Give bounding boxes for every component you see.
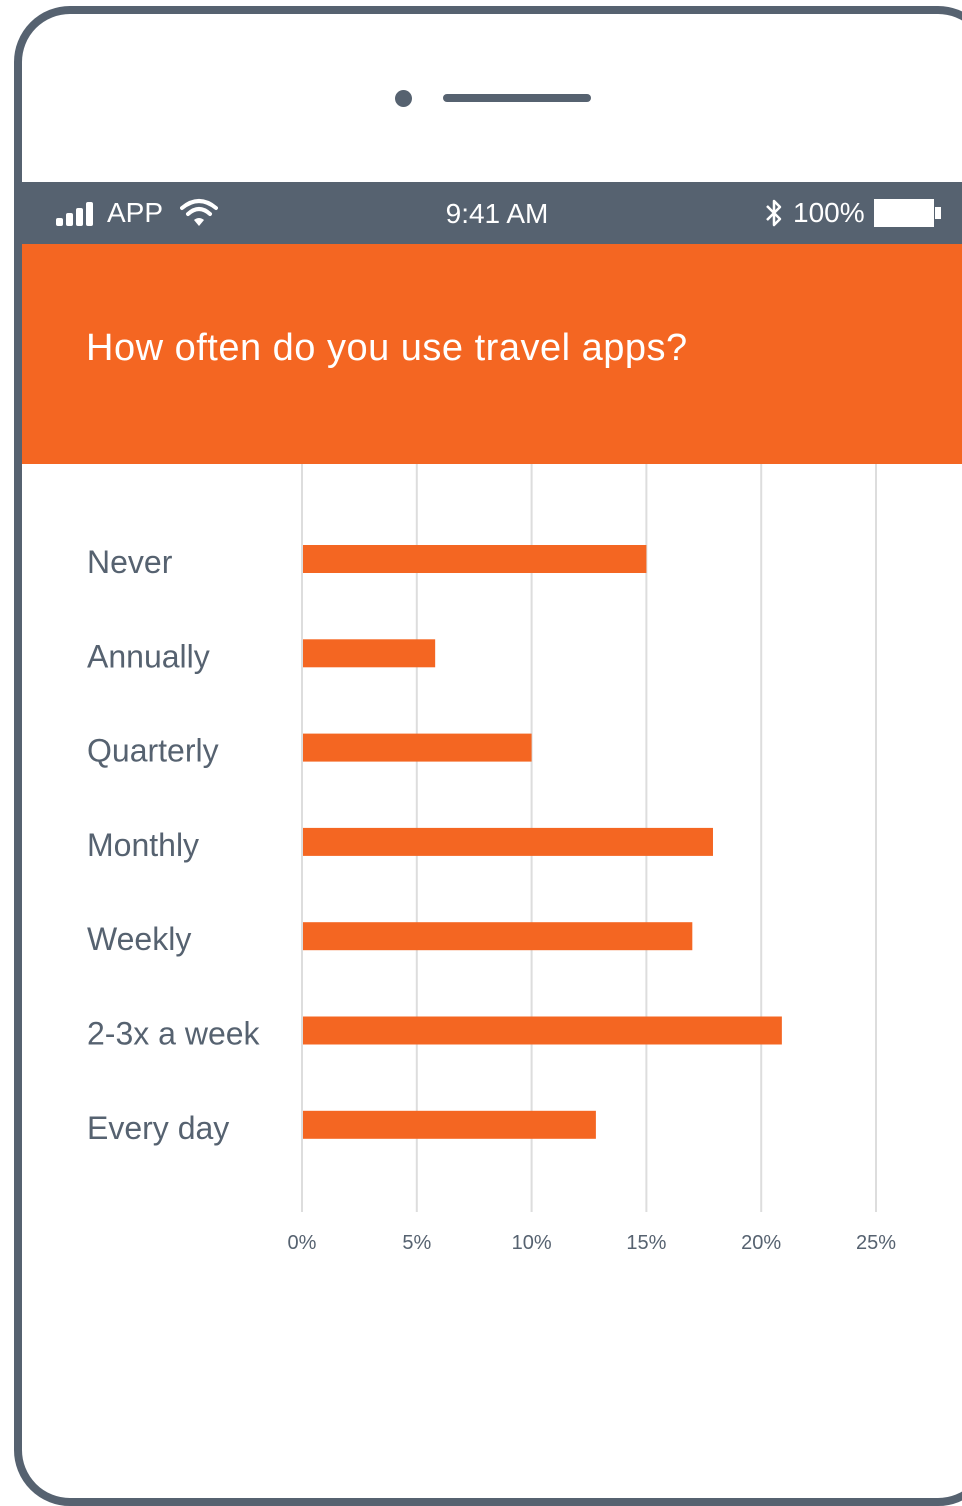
- battery-tip: [935, 207, 941, 219]
- bar: [303, 1016, 782, 1045]
- bar-chart: Never Annually Quarterly Monthly Weekly 2-3x …: [0, 464, 962, 1284]
- status-bar: APP 9:41 AM 100%: [22, 182, 962, 244]
- x-tick-label: 0%: [288, 1232, 317, 1254]
- speaker-grille: [443, 94, 591, 102]
- category-label: Quarterly: [87, 733, 219, 769]
- category-label: Annually: [87, 638, 210, 674]
- bar: [303, 639, 436, 668]
- x-tick-label: 10%: [512, 1232, 552, 1254]
- bar: [303, 733, 532, 762]
- battery-icon: [874, 199, 934, 227]
- bar: [303, 545, 647, 573]
- battery-percentage: 100%: [793, 197, 865, 228]
- x-tick-label: 20%: [741, 1232, 781, 1254]
- category-label: Weekly: [87, 921, 191, 957]
- bar: [303, 1110, 596, 1139]
- x-tick-label: 25%: [856, 1232, 896, 1254]
- bar: [303, 827, 713, 856]
- category-label: Never: [87, 544, 173, 580]
- x-tick-label: 15%: [626, 1232, 666, 1254]
- category-label: Monthly: [87, 827, 199, 863]
- question-header: How often do you use travel apps?: [22, 244, 962, 464]
- x-tick-label: 5%: [402, 1232, 431, 1254]
- camera-dot: [395, 90, 412, 107]
- category-label: 2-3x a week: [87, 1016, 261, 1052]
- category-label: Every day: [87, 1110, 229, 1146]
- chart-canvas: Never Annually Quarterly Monthly Weekly 2-3x …: [87, 464, 896, 1254]
- bar: [303, 922, 693, 951]
- bluetooth-icon: [766, 199, 782, 227]
- question-title: How often do you use travel apps?: [86, 327, 688, 369]
